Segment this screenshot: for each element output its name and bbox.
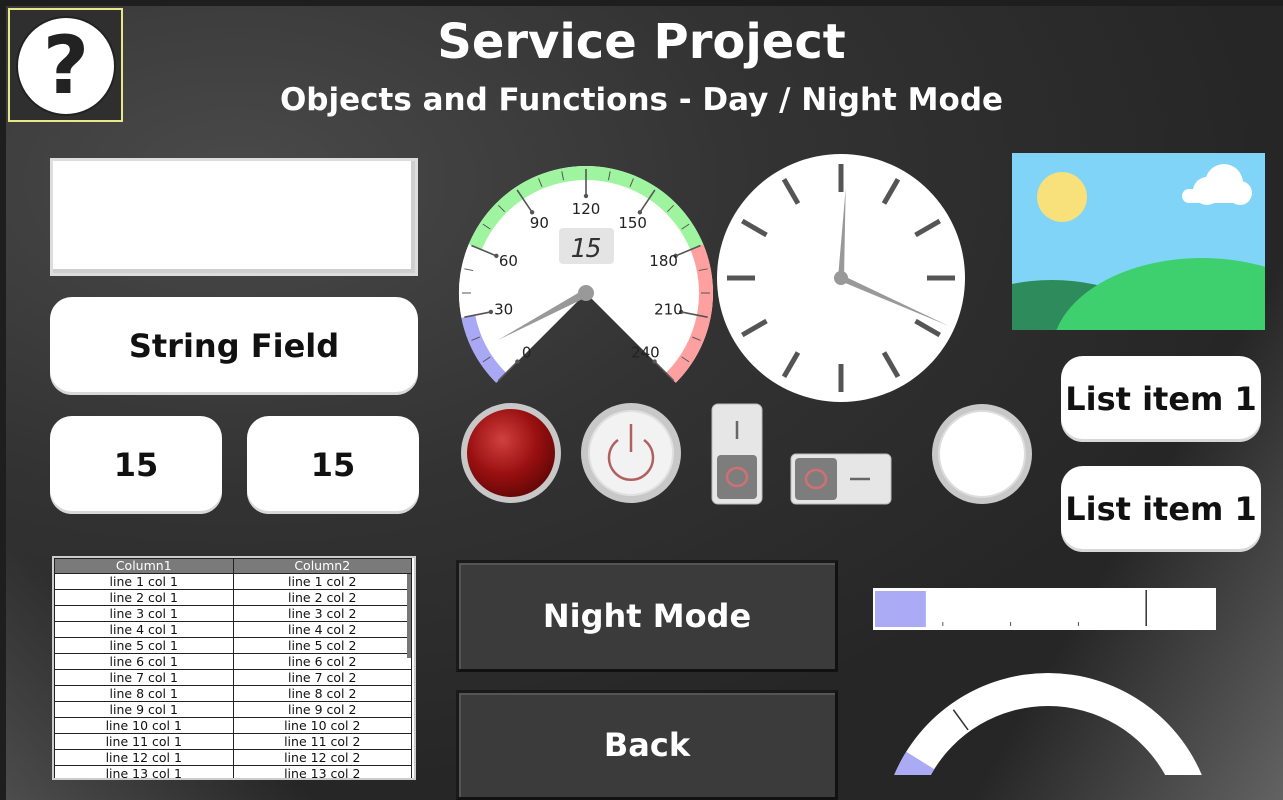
table-row[interactable]: line 9 col 1 line 9 col 2 — [54, 701, 412, 718]
speedometer-tick-label: 240 — [631, 343, 660, 361]
round-button[interactable] — [931, 403, 1033, 505]
speedometer-tick-label: 150 — [618, 214, 647, 232]
table-cell: line 2 col 2 — [232, 589, 412, 606]
speedometer-tick-label: 30 — [494, 300, 513, 318]
speedometer-tick-dot — [515, 359, 520, 364]
table-cell: line 4 col 2 — [232, 621, 412, 638]
numeric-field-2[interactable]: 15 — [247, 416, 419, 514]
table-cell: line 2 col 1 — [54, 589, 234, 606]
table-scrollbar[interactable] — [407, 574, 411, 658]
table-cell: line 1 col 1 — [54, 573, 234, 590]
table-cell: line 5 col 2 — [232, 637, 412, 654]
table-row[interactable]: line 10 col 1 line 10 col 2 — [54, 717, 412, 734]
sun-icon — [1037, 172, 1087, 222]
table-row[interactable]: line 13 col 1 line 13 col 2 — [54, 765, 412, 778]
toggle-switch-horizontal[interactable] — [790, 453, 892, 505]
table-cell: line 13 col 2 — [232, 765, 412, 778]
table-row[interactable]: line 7 col 1 line 7 col 2 — [54, 669, 412, 686]
table-cell: line 1 col 2 — [232, 573, 412, 590]
back-button[interactable]: Back — [456, 690, 838, 800]
table-header-column2[interactable]: Column2 — [232, 558, 412, 574]
table-row[interactable]: line 11 col 1 line 11 col 2 — [54, 733, 412, 750]
table-cell: line 11 col 2 — [232, 733, 412, 750]
table-cell: line 11 col 1 — [54, 733, 234, 750]
table-cell: line 13 col 1 — [54, 765, 234, 778]
landscape-image — [1012, 153, 1265, 330]
table-cell: line 10 col 2 — [232, 717, 412, 734]
table-cell: line 8 col 1 — [54, 685, 234, 702]
table-cell: line 7 col 1 — [54, 669, 234, 686]
speedometer-tick-label: 90 — [530, 214, 549, 232]
table-cell: line 8 col 2 — [232, 685, 412, 702]
red-lamp-icon — [461, 403, 561, 503]
arc-gauge-track — [894, 672, 1202, 775]
speedometer-hub — [578, 285, 594, 301]
table-cell: line 5 col 1 — [54, 637, 234, 654]
table-cell: line 4 col 1 — [54, 621, 234, 638]
arc-gauge — [894, 672, 1202, 775]
numeric-field-1[interactable]: 15 — [50, 416, 222, 514]
power-button[interactable] — [580, 402, 682, 504]
speedometer-tick-label: 180 — [649, 252, 678, 270]
speedometer-readout: 15 — [570, 234, 601, 264]
speedometer-tick-label: 210 — [654, 300, 683, 318]
table-cell: line 9 col 1 — [54, 701, 234, 718]
table-row[interactable]: line 6 col 1 line 6 col 2 — [54, 653, 412, 670]
speedometer-tick-label: 60 — [499, 252, 518, 270]
clock-hub — [834, 271, 848, 285]
speedometer-tick-dot — [583, 193, 589, 199]
speedometer-gauge: 0 30 60 90 120 150 180 210 240 15 — [459, 166, 713, 383]
table-cell: line 3 col 1 — [54, 605, 234, 622]
table-cell: line 10 col 1 — [54, 717, 234, 734]
table-row[interactable]: line 5 col 1 line 5 col 2 — [54, 637, 412, 654]
speedometer-tick-label: 0 — [522, 343, 532, 361]
list-item-2[interactable]: List item 1 — [1061, 466, 1261, 552]
page-title: Service Project — [437, 14, 846, 70]
string-field[interactable]: String Field — [50, 297, 418, 395]
table-row[interactable]: line 12 col 1 line 12 col 2 — [54, 749, 412, 766]
table-header-column1[interactable]: Column1 — [54, 558, 234, 574]
table-cell: line 3 col 2 — [232, 605, 412, 622]
bar-gauge-fill — [875, 591, 926, 627]
table-row[interactable]: line 8 col 1 line 8 col 2 — [54, 685, 412, 702]
speedometer-face — [459, 166, 713, 383]
table-cell: line 12 col 1 — [54, 749, 234, 766]
table-cell: line 6 col 2 — [232, 653, 412, 670]
night-mode-button[interactable]: Night Mode — [456, 560, 838, 672]
table-row[interactable]: line 4 col 1 line 4 col 2 — [54, 621, 412, 638]
table-row[interactable]: line 3 col 1 line 3 col 2 — [54, 605, 412, 622]
analog-clock — [717, 154, 965, 402]
rocker-switch-vertical[interactable] — [711, 403, 763, 505]
page-subtitle: Objects and Functions - Day / Night Mode — [279, 82, 1004, 118]
table-cell: line 7 col 2 — [232, 669, 412, 686]
table-cell: line 9 col 2 — [232, 701, 412, 718]
table-row[interactable]: line 1 col 1 line 1 col 2 — [54, 573, 412, 590]
speedometer-tick-dot — [488, 309, 494, 315]
speedometer-tick-label: 120 — [572, 200, 601, 218]
list-item-1[interactable]: List item 1 — [1061, 356, 1261, 442]
table-cell: line 6 col 1 — [54, 653, 234, 670]
empty-text-field[interactable] — [50, 158, 418, 276]
data-table[interactable]: Column1 Column2 line 1 col 1 line 1 col 2… — [52, 556, 416, 780]
bar-gauge — [873, 588, 1216, 630]
table-cell: line 12 col 2 — [232, 749, 412, 766]
table-row[interactable]: line 2 col 1 line 2 col 2 — [54, 589, 412, 606]
